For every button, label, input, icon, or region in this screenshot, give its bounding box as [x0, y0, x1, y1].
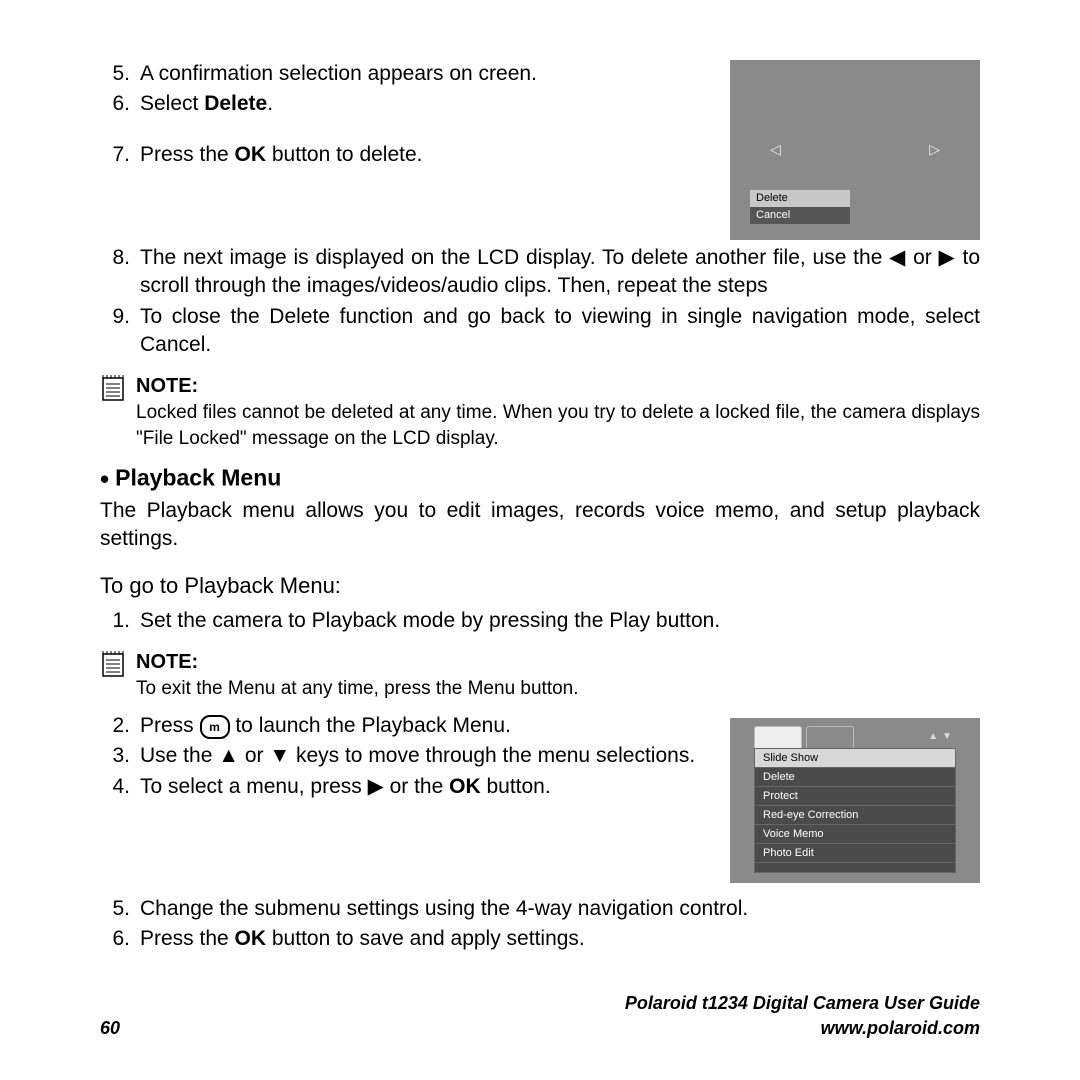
section-heading: •Playback Menu	[100, 462, 980, 497]
menu-item: Delete	[755, 768, 955, 787]
section-intro: The Playback menu allows you to edit ima…	[100, 497, 980, 554]
menu-list: Slide Show Delete Protect Red-eye Correc…	[754, 748, 956, 873]
page-footer: 60 Polaroid t1234 Digital Camera User Gu…	[100, 991, 980, 1040]
footer-title: Polaroid t1234 Digital Camera User Guide	[625, 991, 980, 1015]
note-block-1: NOTE: Locked files cannot be deleted at …	[100, 373, 980, 451]
pb-step-2: 2. Press m to launch the Playback Menu.	[100, 712, 705, 740]
note-label: NOTE:	[136, 649, 980, 676]
delete-option-selected: Delete	[750, 190, 850, 207]
pb-step-6: 6. Press the OK button to save and apply…	[100, 925, 980, 953]
nav-right-icon: ▷	[929, 140, 940, 159]
delete-confirm-figure: ◁ ▷ Delete Cancel	[730, 60, 980, 240]
footer-url: www.polaroid.com	[625, 1016, 980, 1040]
bullet-icon: •	[100, 464, 109, 494]
note-block-2: NOTE: To exit the Menu at any time, pres…	[100, 649, 980, 702]
pb-step-1: 1. Set the camera to Playback mode by pr…	[100, 607, 980, 635]
cancel-option: Cancel	[750, 207, 850, 224]
menu-item: Red-eye Correction	[755, 806, 955, 825]
pb-step-5: 5. Change the submenu settings using the…	[100, 895, 980, 923]
notepad-icon	[100, 373, 126, 403]
menu-item: Voice Memo	[755, 825, 955, 844]
step-7: 7. Press the OK button to delete.	[100, 141, 705, 169]
menu-button-icon: m	[200, 715, 230, 739]
menu-item: Protect	[755, 787, 955, 806]
step-9: 9. To close the Delete function and go b…	[100, 303, 980, 360]
scroll-indicator-icon: ▲▼	[928, 730, 956, 744]
note-label: NOTE:	[136, 373, 980, 400]
step-8: 8. The next image is displayed on the LC…	[100, 244, 980, 301]
step-6: 6. Select Delete.	[100, 90, 705, 118]
menu-tab	[806, 726, 854, 748]
menu-tab-active	[754, 726, 802, 748]
step-5: 5. A confirmation selection appears on c…	[100, 60, 705, 88]
note-text: To exit the Menu at any time, press the …	[136, 676, 980, 702]
menu-item: Slide Show	[755, 749, 955, 768]
menu-item: Photo Edit	[755, 844, 955, 863]
page-number: 60	[100, 1016, 120, 1040]
nav-left-icon: ◁	[770, 140, 781, 159]
note-text: Locked files cannot be deleted at any ti…	[136, 400, 980, 451]
playback-menu-figure: ▲▼ Slide Show Delete Protect Red-eye Cor…	[730, 718, 980, 883]
pb-step-3: 3. Use the ▲ or ▼ keys to move through t…	[100, 742, 705, 770]
notepad-icon	[100, 649, 126, 679]
subheading: To go to Playback Menu:	[100, 571, 980, 601]
pb-step-4: 4. To select a menu, press ▶ or the OK b…	[100, 773, 705, 801]
